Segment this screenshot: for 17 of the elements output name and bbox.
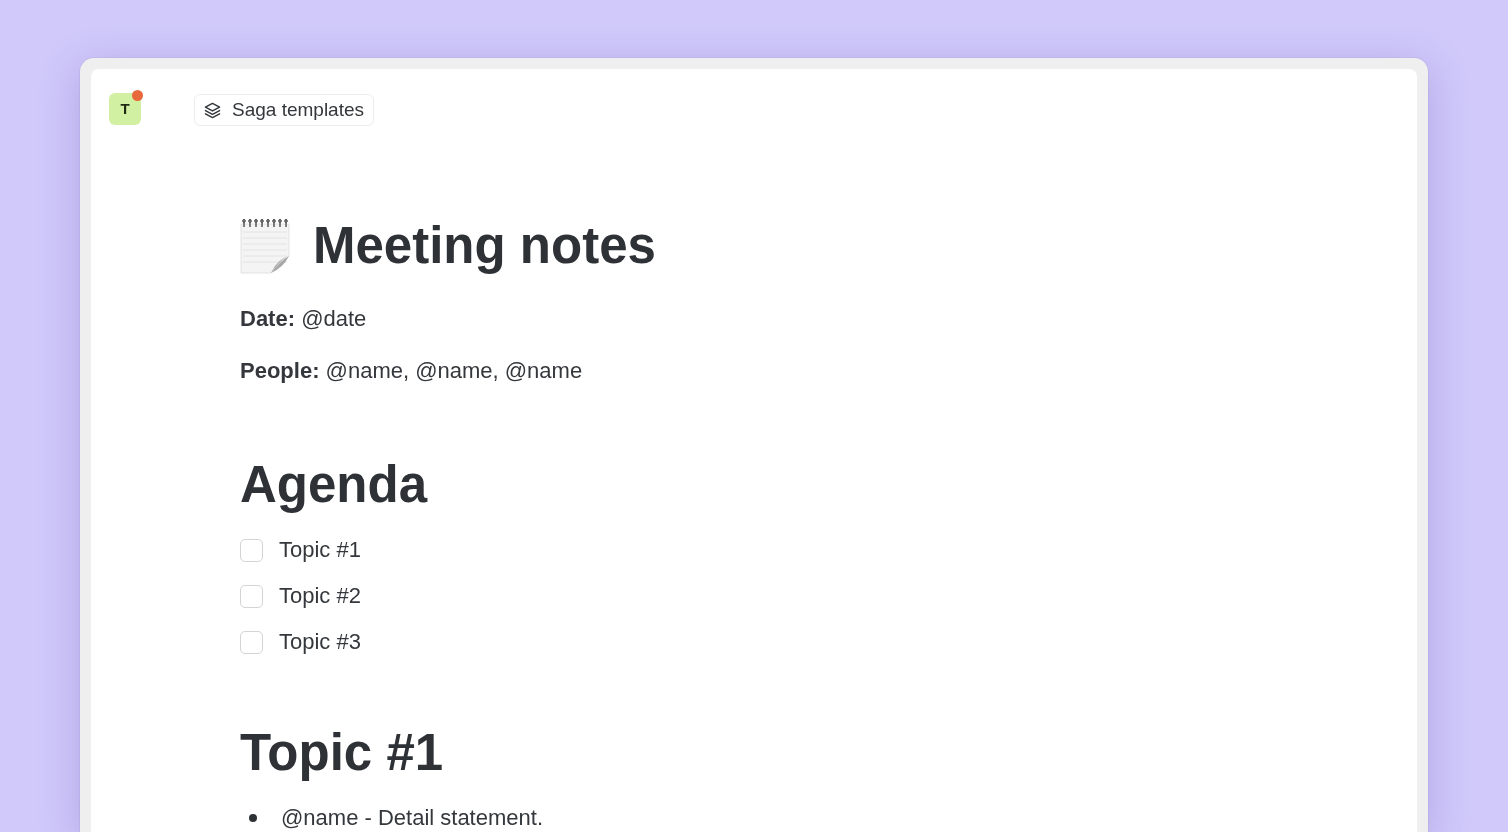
task-label: Topic #1 — [279, 537, 361, 563]
checkbox[interactable] — [240, 538, 263, 562]
templates-button[interactable]: Saga templates — [194, 94, 375, 126]
checkbox[interactable] — [240, 630, 263, 654]
bullet-icon — [248, 814, 257, 822]
layers-icon — [204, 101, 221, 119]
task-label: Topic #2 — [279, 583, 361, 609]
checkbox[interactable] — [240, 584, 263, 608]
section-heading: Agenda — [240, 455, 428, 515]
task-label: Topic #3 — [279, 629, 361, 655]
page-title: Meeting notes — [313, 217, 656, 275]
bullet-text: @name - Detail statement. — [281, 805, 543, 831]
notepad-icon — [240, 218, 290, 274]
section-heading: Topic #1 — [240, 723, 444, 783]
user-avatar[interactable]: T — [109, 92, 141, 125]
property-line: Date: @date — [240, 305, 367, 333]
property-line: People: @name, @name, @name — [240, 357, 583, 385]
